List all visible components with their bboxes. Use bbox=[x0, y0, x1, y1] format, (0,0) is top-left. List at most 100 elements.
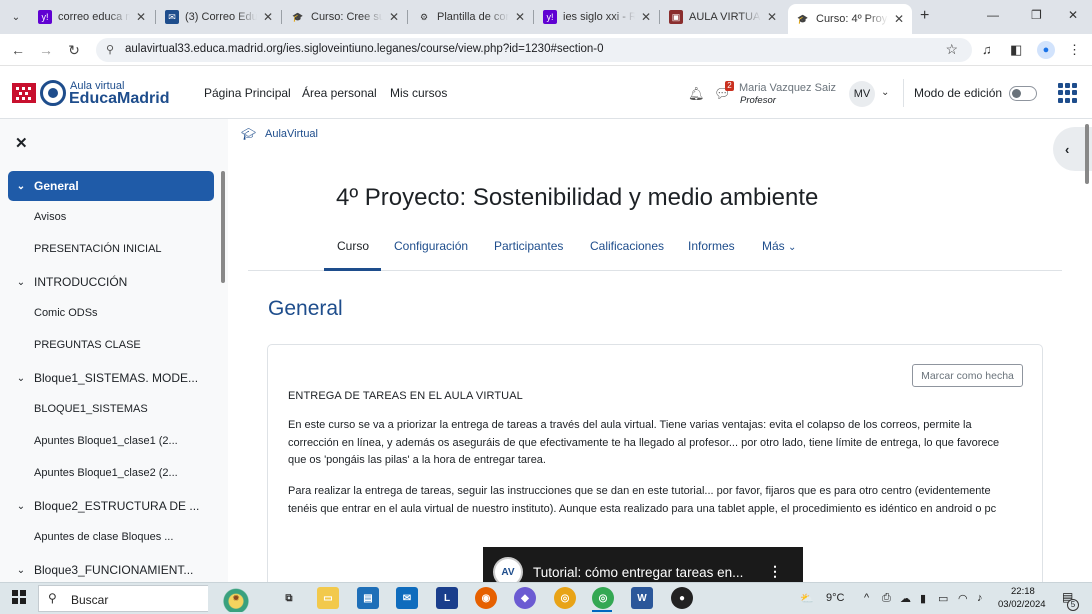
course-index-item[interactable]: Apuntes de clase Bloques ... bbox=[34, 531, 173, 543]
course-index-item[interactable]: PRESENTACIÓN INICIAL bbox=[34, 243, 162, 255]
tab-search-chevron-icon[interactable]: ⌄ bbox=[6, 7, 26, 27]
weather-icon[interactable]: ⛅ bbox=[800, 592, 814, 605]
course-index-item[interactable]: PREGUNTAS CLASE bbox=[34, 339, 141, 351]
apps-grid-icon[interactable] bbox=[1058, 83, 1078, 103]
search-icon: ⚲ bbox=[48, 591, 57, 605]
tab-grades[interactable]: Calificaciones bbox=[590, 239, 664, 253]
moodle-cap-icon: 🎓 bbox=[292, 11, 304, 22]
close-icon[interactable]: ✕ bbox=[641, 10, 651, 24]
tab-participants[interactable]: Participantes bbox=[494, 239, 563, 253]
course-index-item[interactable]: Apuntes Bloque1_clase1 (2... bbox=[34, 435, 178, 447]
task-view-icon[interactable]: ⧉ bbox=[278, 587, 300, 609]
course-index-section[interactable]: ⌄ Bloque2_ESTRUCTURA DE ... bbox=[8, 491, 214, 521]
breadcrumb[interactable]: AulaVirtual bbox=[265, 128, 318, 140]
logo-title[interactable]: EducaMadrid bbox=[69, 90, 169, 108]
reload-icon[interactable]: ↻ bbox=[64, 40, 84, 60]
restore-icon[interactable]: ❐ bbox=[1031, 8, 1042, 22]
course-index-item[interactable]: Avisos bbox=[34, 211, 66, 223]
video-menu-icon[interactable]: ⋮ bbox=[768, 563, 782, 580]
side-panel-icon[interactable]: ◧ bbox=[1010, 42, 1022, 58]
copilot-icon[interactable]: ◆ bbox=[514, 587, 536, 609]
search-highlight-art-icon[interactable]: ✹ bbox=[208, 585, 264, 612]
recorder-icon[interactable]: ● bbox=[671, 587, 693, 609]
tray-meet-icon[interactable]: ▮ bbox=[920, 592, 926, 605]
browser-tab[interactable]: ✉ (3) Correo Educ ✕ bbox=[157, 6, 273, 28]
tray-app-icon[interactable]: ⎙ bbox=[882, 592, 891, 605]
chevron-down-icon[interactable]: ⌄ bbox=[8, 181, 34, 192]
browser-menu-icon[interactable]: ⋮ bbox=[1068, 42, 1081, 58]
close-icon[interactable]: ✕ bbox=[894, 12, 904, 26]
site-info-icon[interactable]: ⚲ bbox=[106, 43, 114, 56]
chevron-down-icon[interactable]: ⌄ bbox=[8, 277, 34, 288]
media-controls-icon[interactable]: ♫ bbox=[982, 42, 992, 57]
course-index-section-general[interactable]: ⌄ General bbox=[8, 171, 214, 201]
bookmark-star-icon[interactable]: ☆ bbox=[945, 41, 958, 58]
windows-start-icon[interactable] bbox=[12, 590, 26, 604]
close-icon[interactable]: ✕ bbox=[515, 10, 525, 24]
nav-my-courses-link[interactable]: Mis cursos bbox=[390, 86, 447, 100]
close-icon[interactable]: ✕ bbox=[767, 10, 777, 24]
edit-mode-toggle[interactable] bbox=[1009, 86, 1037, 101]
tab-course[interactable]: Curso bbox=[337, 239, 369, 253]
tab-reports[interactable]: Informes bbox=[688, 239, 735, 253]
volume-icon[interactable]: ♪ bbox=[977, 592, 983, 604]
word-icon[interactable]: W bbox=[631, 587, 653, 609]
firefox-icon[interactable]: ◉ bbox=[475, 587, 497, 609]
chevron-down-icon[interactable]: ⌄ bbox=[8, 501, 34, 512]
mail-app-icon[interactable]: ✉ bbox=[396, 587, 418, 609]
chevron-down-icon[interactable]: ⌄ bbox=[881, 87, 889, 98]
page-scrollbar[interactable] bbox=[1085, 124, 1089, 184]
chevron-down-icon[interactable]: ⌄ bbox=[8, 565, 34, 576]
close-icon[interactable]: ✕ bbox=[15, 134, 28, 152]
browser-tab-active[interactable]: 🎓 Curso: 4º Proye ✕ bbox=[788, 4, 912, 34]
close-icon[interactable]: ✕ bbox=[263, 10, 273, 24]
battery-icon[interactable]: ▭ bbox=[938, 592, 948, 605]
tab-more[interactable]: Más ⌄ bbox=[762, 239, 796, 253]
browser-tab[interactable]: y! correo educa m ✕ bbox=[30, 6, 146, 28]
course-index-section[interactable]: ⌄ Bloque1_SISTEMAS. MODE... bbox=[8, 363, 214, 393]
wifi-icon[interactable]: ◠ bbox=[958, 592, 968, 605]
browser-tab[interactable]: y! ies siglo xxi - Re ✕ bbox=[535, 6, 651, 28]
drawer-scrollbar[interactable] bbox=[221, 171, 225, 283]
close-icon[interactable]: ✕ bbox=[136, 10, 146, 24]
url-input[interactable]: ⚲ aulavirtual33.educa.madrid.org/ies.sig… bbox=[96, 38, 972, 62]
page-title: 4º Proyecto: Sostenibilidad y medio ambi… bbox=[336, 184, 819, 211]
aula-virtual-icon: ▣ bbox=[669, 10, 683, 24]
clock-time[interactable]: 22:18 bbox=[1011, 586, 1035, 597]
file-explorer-icon[interactable]: ▭ bbox=[317, 587, 339, 609]
notifications-bell-icon[interactable]: 🔔︎ bbox=[688, 86, 705, 102]
course-index-item[interactable]: Comic ODSs bbox=[34, 307, 98, 319]
forward-icon[interactable]: → bbox=[36, 40, 56, 60]
minimize-icon[interactable]: — bbox=[987, 8, 999, 22]
chrome-canary-icon[interactable]: ◎ bbox=[554, 587, 576, 609]
course-index-item[interactable]: BLOQUE1_SISTEMAS bbox=[34, 403, 148, 415]
active-tab-indicator bbox=[324, 268, 381, 271]
nav-dashboard-link[interactable]: Área personal bbox=[302, 86, 377, 100]
clock-date[interactable]: 03/02/2024 bbox=[998, 599, 1046, 610]
close-window-icon[interactable]: ✕ bbox=[1068, 8, 1078, 22]
close-icon[interactable]: ✕ bbox=[389, 10, 399, 24]
video-title[interactable]: Tutorial: cómo entregar tareas en... bbox=[533, 565, 743, 580]
new-tab-icon[interactable]: + bbox=[920, 7, 929, 25]
tray-cloud-icon[interactable]: ☁ bbox=[900, 592, 911, 605]
chevron-down-icon[interactable]: ⌄ bbox=[8, 373, 34, 384]
course-index-item[interactable]: Apuntes Bloque1_clase2 (2... bbox=[34, 467, 178, 479]
chevron-up-icon[interactable]: ^ bbox=[864, 592, 869, 604]
browser-tab[interactable]: ▣ AULA VIRTUAL ✕ bbox=[661, 6, 777, 28]
browser-profile-icon[interactable]: ● bbox=[1037, 41, 1055, 59]
l-app-icon[interactable]: L bbox=[436, 587, 458, 609]
course-index-section[interactable]: ⌄ Bloque3_FUNCIONAMIENT... bbox=[8, 555, 214, 582]
tab-settings[interactable]: Configuración bbox=[394, 239, 468, 253]
course-index-section[interactable]: ⌄ INTRODUCCIÓN bbox=[8, 267, 214, 297]
chrome-icon[interactable]: ◎ bbox=[592, 587, 614, 609]
nav-home-link[interactable]: Página Principal bbox=[204, 86, 291, 100]
browser-tab[interactable]: ⚙ Plantilla de cont ✕ bbox=[409, 6, 525, 28]
avatar[interactable]: MV bbox=[849, 81, 875, 107]
educamadrid-logo-icon[interactable] bbox=[40, 80, 66, 106]
user-role: Profesor bbox=[740, 95, 776, 106]
back-icon[interactable]: ← bbox=[8, 40, 28, 60]
store-icon[interactable]: ▤ bbox=[357, 587, 379, 609]
browser-tab[interactable]: 🎓 Curso: Cree su p ✕ bbox=[283, 6, 399, 28]
mark-as-done-button[interactable]: Marcar como hecha bbox=[912, 364, 1023, 387]
weather-temperature[interactable]: 9°C bbox=[826, 592, 844, 604]
